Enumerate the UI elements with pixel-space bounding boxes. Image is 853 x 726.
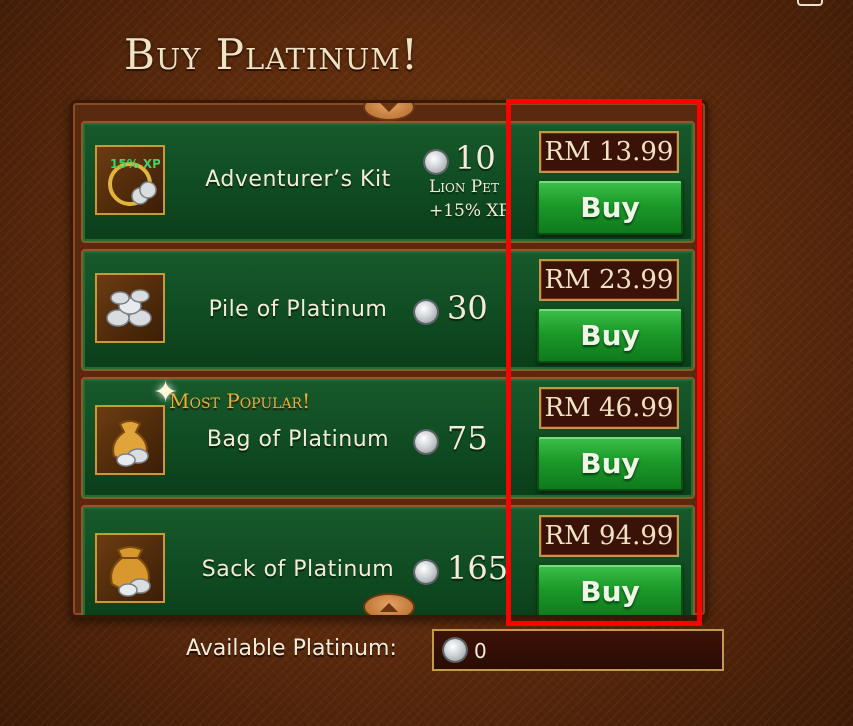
coin-bag-icon	[95, 405, 165, 475]
page-title: Buy Platinum!	[124, 30, 419, 79]
xp-boost-coins-icon: 15% XP	[95, 145, 165, 215]
available-platinum-field: 0	[432, 629, 724, 671]
coin-sack-icon	[95, 533, 165, 603]
scroll-up-button[interactable]	[363, 103, 415, 121]
platinum-amount: 30	[447, 289, 488, 327]
price-label: RM 94.99	[539, 515, 679, 557]
xp-percent-text: 15% XP	[110, 157, 160, 171]
price-label: RM 46.99	[539, 387, 679, 429]
platinum-amount: 10	[455, 139, 496, 177]
bonus-xp-text: +15% XP	[429, 201, 510, 221]
buy-button[interactable]: Buy	[537, 179, 683, 235]
store-list-panel[interactable]: 15% XP Adventurer’s Kit 10 Lion Pet +15%…	[70, 100, 708, 618]
buy-button[interactable]: Buy	[537, 307, 683, 363]
available-platinum-value: 0	[474, 639, 487, 663]
platinum-coin-icon	[425, 151, 447, 173]
price-label: RM 13.99	[539, 131, 679, 173]
platinum-coin-icon	[415, 301, 437, 323]
buy-button[interactable]: Buy	[537, 563, 683, 615]
scroll-down-button[interactable]	[363, 593, 415, 615]
item-name: Adventurer’s Kit	[205, 167, 391, 192]
store-item-pile-of-platinum: Pile of Platinum 30 RM 23.99 Buy	[81, 249, 695, 371]
item-name: Sack of Platinum	[201, 557, 395, 582]
platinum-coin-icon	[415, 431, 437, 453]
most-popular-badge: Most Popular!	[169, 389, 311, 413]
store-item-adventurers-kit: 15% XP Adventurer’s Kit 10 Lion Pet +15%…	[81, 121, 695, 243]
bonus-pet-text: Lion Pet	[429, 177, 499, 197]
store-item-bag-of-platinum: ✦ Most Popular! Bag of Platinum 75 RM 46…	[81, 375, 695, 499]
item-name: Bag of Platinum	[206, 427, 390, 452]
platinum-coin-icon	[444, 639, 466, 661]
coin-pile-icon	[95, 273, 165, 343]
available-platinum-label: Available Platinum:	[186, 636, 397, 661]
price-label: RM 23.99	[539, 259, 679, 301]
window-corner-icon	[797, 0, 823, 6]
platinum-coin-icon	[415, 561, 437, 583]
chevron-up-icon	[380, 602, 398, 612]
buy-button[interactable]: Buy	[537, 435, 683, 491]
platinum-amount: 165	[447, 549, 509, 587]
chevron-down-icon	[380, 103, 398, 112]
platinum-amount: 75	[447, 419, 488, 457]
item-name: Pile of Platinum	[208, 297, 388, 322]
